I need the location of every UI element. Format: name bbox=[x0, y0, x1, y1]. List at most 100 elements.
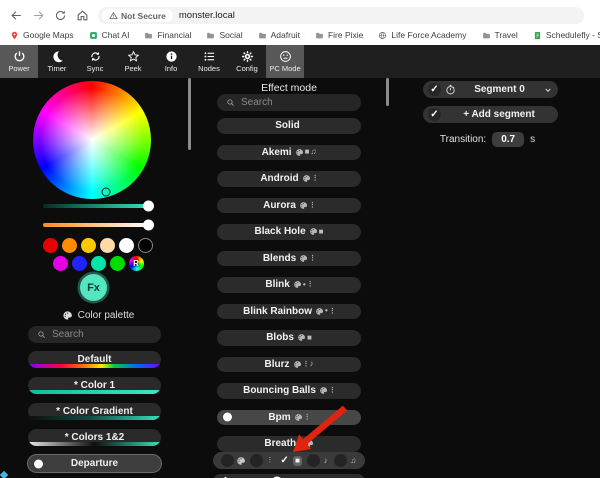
bookmark[interactable]: Social bbox=[206, 30, 243, 40]
color-swatch[interactable] bbox=[81, 238, 96, 253]
filter-checkbox[interactable] bbox=[250, 454, 264, 467]
white-balance-slider[interactable] bbox=[43, 219, 154, 231]
white-slider-thumb[interactable] bbox=[143, 219, 154, 231]
effect-item[interactable]: Blobs ■ bbox=[217, 330, 361, 346]
effect-item[interactable]: Blink • ⋮ bbox=[217, 277, 361, 293]
effect-item[interactable]: Blends ⋮ bbox=[217, 250, 361, 266]
effect-label: Blink Rainbow bbox=[243, 305, 313, 317]
color-swatch[interactable] bbox=[100, 238, 115, 253]
palette-icon bbox=[305, 439, 314, 448]
effect-item[interactable]: Bouncing Balls ⋮ bbox=[217, 383, 361, 399]
filter-checkbox[interactable] bbox=[334, 454, 348, 467]
color-swatch[interactable] bbox=[109, 256, 125, 271]
filter-toggle[interactable]: ⋮ bbox=[250, 454, 273, 467]
map-pin-icon bbox=[10, 31, 19, 40]
toolbar-label: Sync bbox=[86, 64, 104, 73]
color-wheel[interactable] bbox=[33, 81, 151, 199]
palette-search[interactable] bbox=[28, 326, 161, 343]
filter-toggle[interactable]: ✓ ■ bbox=[278, 454, 302, 467]
wled-toolbar: Power Timer Sync Peek Info Nodes Config bbox=[0, 45, 600, 78]
bookmark[interactable]: Travel bbox=[482, 30, 518, 40]
color-wheel-marker[interactable] bbox=[101, 187, 111, 197]
segment-checkbox[interactable]: ✓ bbox=[428, 83, 441, 96]
bookmarks-bar: Google Maps Chat AI Financial Social Ada… bbox=[0, 26, 600, 42]
effect-flags: ⋮ ♪ bbox=[293, 360, 314, 369]
forward-icon[interactable] bbox=[32, 9, 45, 22]
toolbar-item[interactable]: Sync bbox=[76, 45, 114, 78]
effect-item[interactable]: Blurz ⋮ ♪ bbox=[217, 356, 361, 372]
dot-icon: • bbox=[325, 306, 328, 316]
palette-item[interactable]: Default bbox=[28, 351, 161, 368]
filter-checkbox[interactable]: ✓ bbox=[278, 454, 291, 467]
effect-item[interactable]: Black Hole ■ bbox=[217, 224, 361, 240]
toolbar-item[interactable]: Power bbox=[0, 45, 38, 78]
palette-item[interactable]: * Color Gradient bbox=[28, 403, 161, 420]
security-chip[interactable]: Not Secure bbox=[102, 9, 173, 22]
filter-checkbox[interactable] bbox=[220, 454, 234, 467]
transition-value[interactable]: 0.7 bbox=[492, 132, 525, 147]
color-swatch[interactable] bbox=[90, 256, 106, 271]
toolbar-item[interactable]: Info bbox=[152, 45, 190, 78]
toolbar-item[interactable]: Peek bbox=[114, 45, 152, 78]
effect-item[interactable]: Akemi ■ ♫ bbox=[217, 144, 361, 160]
toolbar-label: Config bbox=[236, 64, 258, 73]
bookmark[interactable]: Schedulefly - Sim... bbox=[533, 30, 600, 40]
palette-item[interactable]: * Color 1 bbox=[28, 377, 161, 394]
chevron-down-icon[interactable] bbox=[543, 85, 553, 95]
effect-scrollbar[interactable] bbox=[386, 78, 389, 106]
color-swatch[interactable] bbox=[62, 238, 77, 253]
effect-item[interactable]: Blink Rainbow • ⋮ bbox=[217, 303, 361, 319]
effect-item[interactable]: Android ⋮ bbox=[217, 171, 361, 187]
bookmark[interactable]: Adafruit bbox=[258, 30, 300, 40]
effect-item[interactable]: Aurora ⋮ bbox=[217, 197, 361, 213]
value-slider-thumb[interactable] bbox=[143, 200, 154, 212]
toolbar-item[interactable]: PC Mode bbox=[266, 45, 304, 78]
toolbar-label: Nodes bbox=[198, 64, 220, 73]
face-icon bbox=[279, 50, 292, 63]
fx-quick-load-button[interactable]: Fx bbox=[80, 274, 107, 301]
toolbar-label: Timer bbox=[47, 64, 67, 73]
color-value-slider[interactable] bbox=[43, 200, 154, 212]
palette-item[interactable]: * Colors 1&2 bbox=[28, 429, 161, 446]
address-bar[interactable]: Not Secure monster.local bbox=[98, 7, 584, 24]
left-scrollbar[interactable] bbox=[188, 78, 191, 150]
segment-checkbox[interactable]: ✓ bbox=[428, 108, 441, 121]
effect-search[interactable] bbox=[217, 94, 361, 111]
color-swatch[interactable]: R bbox=[128, 256, 144, 271]
bookmark[interactable]: Fire Pixie bbox=[315, 30, 363, 40]
reload-icon[interactable] bbox=[54, 9, 67, 22]
filter-toggle[interactable]: ♪ bbox=[306, 454, 330, 467]
filter-toggle[interactable] bbox=[220, 454, 246, 467]
add-segment-button[interactable]: ✓ + Add segment bbox=[423, 106, 558, 123]
bookmark[interactable]: Financial bbox=[144, 30, 191, 40]
effect-flags: • ⋮ bbox=[315, 306, 336, 316]
toolbar-item[interactable]: Timer bbox=[38, 45, 76, 78]
back-icon[interactable] bbox=[10, 9, 23, 22]
swatch-row bbox=[0, 238, 196, 253]
palette-icon bbox=[293, 360, 302, 369]
filter-toggle[interactable]: ♫ bbox=[334, 454, 357, 467]
home-icon[interactable] bbox=[76, 9, 89, 22]
effect-speed-slider[interactable] bbox=[213, 474, 365, 478]
effect-item[interactable]: Bpm ⋮ bbox=[217, 409, 361, 425]
color-swatch[interactable] bbox=[119, 238, 134, 253]
effect-search-input[interactable] bbox=[241, 97, 352, 108]
toolbar-item[interactable]: Config bbox=[228, 45, 266, 78]
toolbar-item[interactable]: Nodes bbox=[190, 45, 228, 78]
color-swatch[interactable] bbox=[138, 238, 153, 253]
palette-search-input[interactable] bbox=[52, 329, 152, 340]
filter-checkbox[interactable] bbox=[306, 454, 320, 467]
effect-item[interactable]: Breathe bbox=[217, 436, 361, 452]
palette-item[interactable]: Departure bbox=[28, 455, 161, 472]
segment-pill[interactable]: ✓ Segment 0 bbox=[423, 81, 558, 98]
color-swatch[interactable] bbox=[71, 256, 87, 271]
bookmark[interactable]: Life Force Academy bbox=[378, 30, 467, 40]
search-icon bbox=[37, 330, 46, 339]
effect-item[interactable]: Solid bbox=[217, 118, 361, 134]
bookmark[interactable]: Chat AI bbox=[89, 30, 129, 40]
color-swatch[interactable] bbox=[43, 238, 58, 253]
bookmark[interactable]: Google Maps bbox=[10, 30, 74, 40]
color-swatch[interactable] bbox=[52, 256, 68, 271]
effect-flags: ⋮ bbox=[299, 254, 316, 263]
effect-label: Solid bbox=[275, 120, 300, 132]
